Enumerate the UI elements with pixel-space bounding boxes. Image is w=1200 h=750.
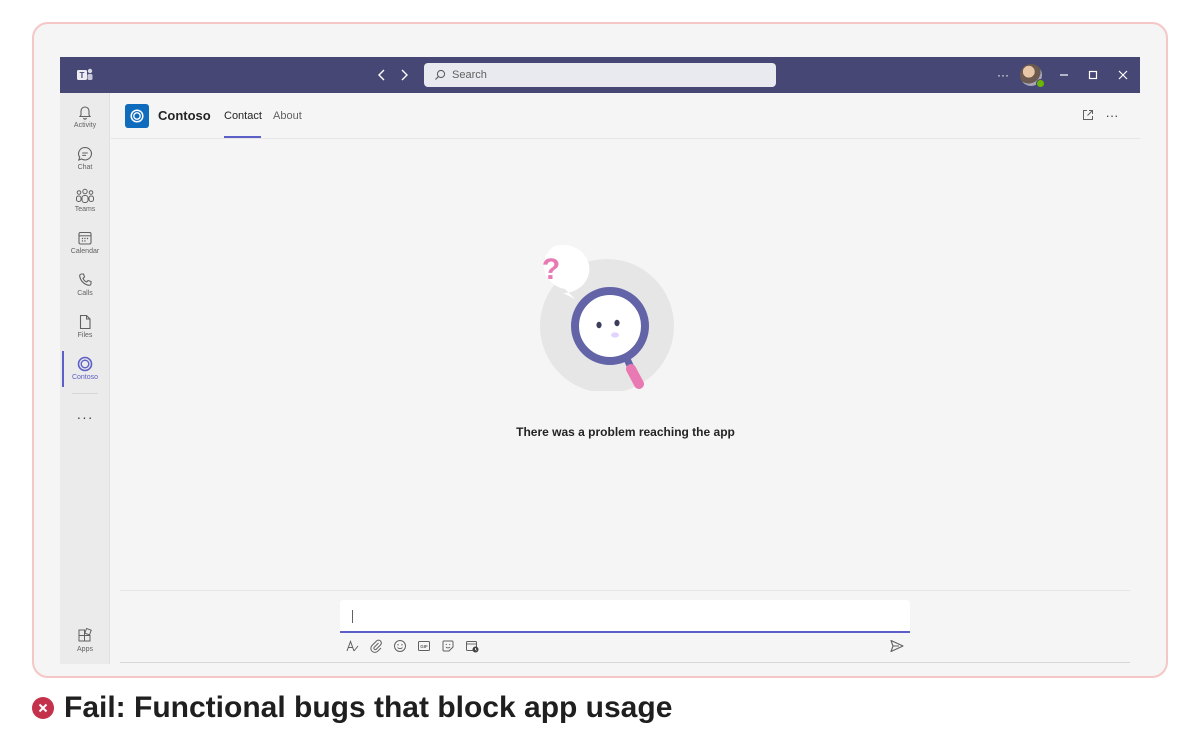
rail-item-calendar[interactable]: Calendar <box>60 225 110 265</box>
fail-x-icon <box>32 697 54 719</box>
rail-item-apps[interactable]: Apps <box>60 623 110 663</box>
verdict-caption: Fail: Functional bugs that block app usa… <box>32 690 672 726</box>
contoso-icon <box>77 356 93 372</box>
rail-label-chat: Chat <box>77 164 93 171</box>
schedule-meeting-icon[interactable] <box>464 638 480 654</box>
compose-toolbar: GIF <box>344 638 480 654</box>
sticker-icon[interactable] <box>440 638 456 654</box>
search-input[interactable]: Search <box>424 63 776 87</box>
text-caret <box>352 610 353 623</box>
presence-available-icon <box>1036 79 1045 88</box>
rail-divider <box>72 393 98 394</box>
more-apps-button[interactable]: ··· <box>60 409 110 425</box>
search-icon <box>435 69 446 80</box>
more-options-button[interactable]: ··· <box>994 66 1012 84</box>
attach-icon[interactable] <box>368 638 384 654</box>
rail-item-chat[interactable]: Chat <box>60 141 110 181</box>
rail-item-calls[interactable]: Calls <box>60 267 110 307</box>
active-tab-indicator <box>224 136 261 138</box>
rail-item-files[interactable]: Files <box>60 309 110 349</box>
tab-contact[interactable]: Contact <box>224 110 262 122</box>
rail-item-activity[interactable]: Activity <box>60 99 110 139</box>
pop-out-icon[interactable] <box>1080 108 1096 124</box>
rail-label-files: Files <box>77 332 93 339</box>
format-icon[interactable] <box>344 638 360 654</box>
left-rail: Activity Chat Teams Calendar Calls Files… <box>60 93 110 664</box>
teams-icon <box>76 188 94 203</box>
close-icon[interactable] <box>1114 66 1132 84</box>
rail-label-teams: Teams <box>74 206 96 213</box>
app-more-options-button[interactable]: ··· <box>1104 108 1120 124</box>
rail-label-calls: Calls <box>77 290 93 297</box>
teams-logo-icon: T <box>77 68 93 80</box>
error-message: There was a problem reaching the app <box>516 425 735 439</box>
rail-label-calendar: Calendar <box>70 248 100 255</box>
chat-icon <box>77 146 93 161</box>
emoji-icon[interactable] <box>392 638 408 654</box>
svg-text:?: ? <box>542 253 560 286</box>
contoso-logo-icon <box>125 104 149 128</box>
minimize-icon[interactable] <box>1055 66 1073 84</box>
rail-item-teams[interactable]: Teams <box>60 183 110 223</box>
bottom-divider <box>120 662 1130 663</box>
caption-text: Fail: Functional bugs that block app usa… <box>64 691 673 724</box>
search-placeholder: Search <box>452 69 487 81</box>
svg-text:T: T <box>80 71 85 80</box>
phone-icon <box>79 273 92 286</box>
rail-label-activity: Activity <box>73 122 97 129</box>
error-magnifier-illustration: ? <box>540 245 674 391</box>
calendar-icon <box>78 231 92 245</box>
file-icon <box>79 314 91 330</box>
apps-icon <box>78 627 92 642</box>
compose-divider <box>120 590 1130 591</box>
rail-item-contoso[interactable]: Contoso <box>60 351 110 391</box>
forward-arrow-icon[interactable] <box>395 66 413 84</box>
maximize-icon[interactable] <box>1084 66 1102 84</box>
app-title: Contoso <box>158 108 211 123</box>
app-header: Contoso Contact About ··· <box>111 93 1140 139</box>
rail-label-contoso: Contoso <box>71 374 99 381</box>
back-arrow-icon[interactable] <box>373 66 391 84</box>
message-compose-input[interactable] <box>340 600 910 633</box>
send-icon[interactable] <box>889 638 907 654</box>
rail-active-indicator <box>62 351 64 387</box>
rail-label-apps: Apps <box>77 646 93 653</box>
title-bar: T Search ··· <box>60 57 1140 93</box>
tab-about[interactable]: About <box>273 110 302 122</box>
bell-icon <box>78 106 92 120</box>
teams-window: T Search ··· Activity Chat Teams Calenda… <box>60 57 1140 664</box>
gif-icon[interactable]: GIF <box>416 638 432 654</box>
svg-text:GIF: GIF <box>420 644 428 649</box>
